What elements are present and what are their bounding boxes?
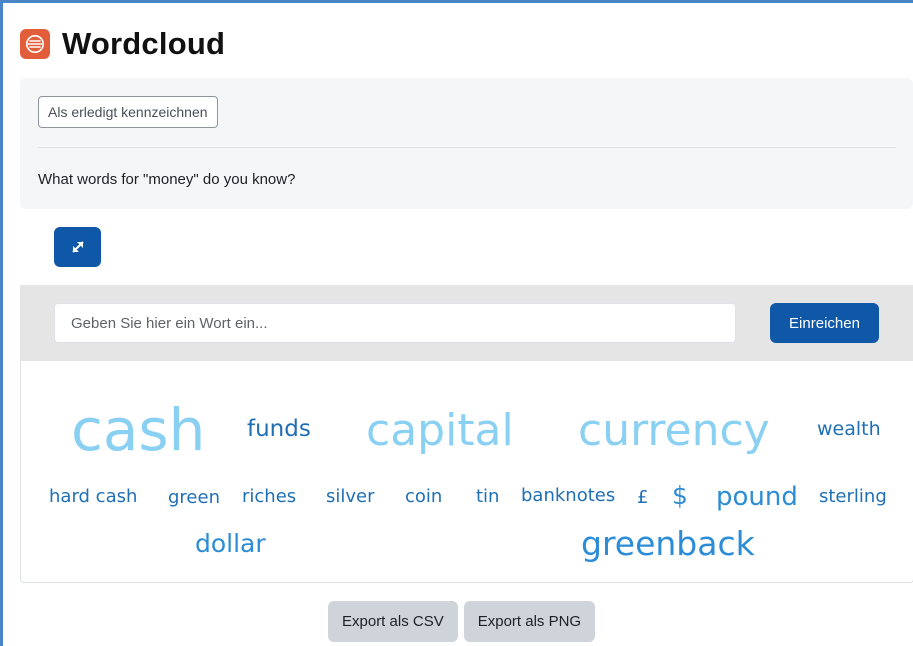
cloud-word-sterling[interactable]: sterling	[819, 488, 887, 506]
cloud-word-banknotes[interactable]: banknotes	[521, 487, 615, 505]
page-header: Wordcloud	[20, 26, 225, 62]
submit-button[interactable]: Einreichen	[770, 303, 879, 343]
mark-as-done-button[interactable]: Als erledigt kennzeichnen	[38, 96, 218, 128]
activity-info-panel: Als erledigt kennzeichnen What words for…	[20, 78, 913, 209]
expand-arrows-icon	[71, 241, 84, 253]
cloud-word-greenback[interactable]: greenback	[581, 527, 755, 560]
word-cloud: cash funds capital currency wealth hard …	[20, 361, 913, 583]
cloud-word-funds[interactable]: funds	[247, 418, 311, 441]
export-buttons: Export als CSV Export als PNG	[328, 601, 596, 642]
wordcloud-module-icon	[20, 29, 50, 59]
cloud-word-currency[interactable]: currency	[578, 409, 770, 453]
export-png-button[interactable]: Export als PNG	[463, 601, 596, 642]
cloud-word-dollar[interactable]: dollar	[195, 531, 266, 556]
cloud-word-riches[interactable]: riches	[242, 488, 296, 506]
cloud-word-capital[interactable]: capital	[366, 409, 514, 453]
cloud-word-cash[interactable]: cash	[71, 401, 205, 459]
cloud-word-pound[interactable]: pound	[716, 484, 798, 510]
fullscreen-button[interactable]	[54, 227, 101, 267]
cloud-word-dollar-sign[interactable]: $	[672, 483, 688, 508]
page-title: Wordcloud	[62, 26, 226, 61]
cloud-word-hard-cash[interactable]: hard cash	[49, 488, 137, 506]
cloud-word-wealth[interactable]: wealth	[817, 420, 881, 439]
divider	[38, 147, 896, 148]
cloud-word-tin[interactable]: tin	[476, 488, 499, 506]
word-input[interactable]	[54, 303, 736, 343]
cloud-word-coin[interactable]: coin	[405, 488, 442, 506]
cloud-word-green[interactable]: green	[168, 489, 220, 507]
activity-question: What words for "money" do you know?	[38, 171, 296, 188]
export-csv-button[interactable]: Export als CSV	[328, 601, 458, 642]
cloud-word-silver[interactable]: silver	[326, 488, 375, 506]
window-top-border	[0, 0, 913, 3]
word-submit-form: Einreichen	[20, 285, 913, 361]
cloud-word-pound-sign[interactable]: £	[637, 489, 648, 507]
window-left-border	[0, 0, 3, 646]
